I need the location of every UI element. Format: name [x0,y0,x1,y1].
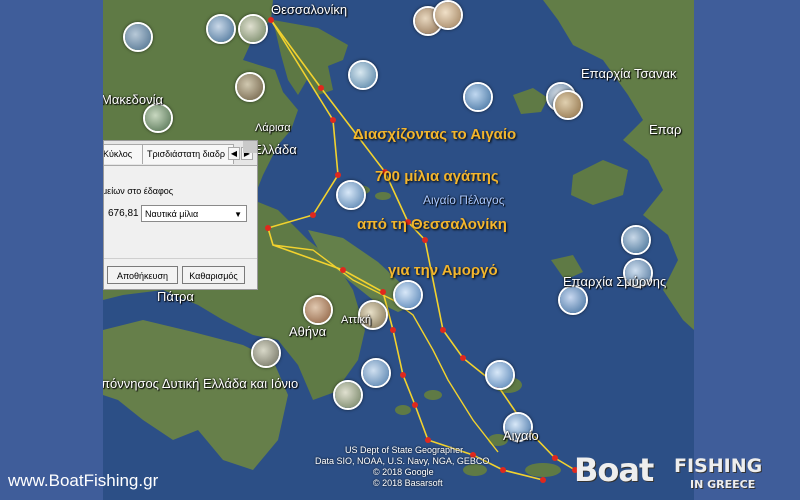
overlay-line-4: για την Αμοργό [388,262,498,279]
tab-scroll-left-icon[interactable]: ◀ [228,147,240,160]
boatfishing-logo: Boat FISHING IN GREECE [574,451,800,500]
label-attiki: Αττική [341,314,372,326]
logo-boat-text: Boat [574,451,654,489]
attribution-line-1: US Dept of State Geographer [345,445,464,455]
dialog-close-button[interactable] [243,141,257,153]
overlay-line-2: 700 μίλια αγάπης [375,168,499,185]
unit-select-value: Ναυτικά μίλια [145,209,199,219]
label-larisa: Λάρισα [255,122,291,134]
photo-marker[interactable] [361,358,391,388]
photo-marker[interactable] [206,14,236,44]
photo-marker[interactable] [433,0,463,30]
save-button[interactable]: Αποθήκευση [107,266,178,284]
attribution-line-3: © 2018 Google [373,467,434,477]
photo-marker[interactable] [558,285,588,315]
label-aigaio-pelagos: Αιγαίο Πέλαγος [423,193,505,207]
photo-marker[interactable] [485,360,515,390]
unit-select[interactable]: Ναυτικά μίλια ▼ [141,205,247,222]
photo-marker[interactable] [348,60,378,90]
photo-marker[interactable] [123,22,153,52]
dialog-divider [104,258,257,259]
website-url: www.BoatFishing.gr [8,471,159,490]
photo-marker[interactable] [553,90,583,120]
logo-fishing-text: FISHING [674,455,763,477]
overlay-line-1: Διασχίζοντας το Αιγαίο [353,126,517,143]
clear-button[interactable]: Καθαρισμός [182,266,245,284]
tab-3d-path[interactable]: Τρισδιάστατη διαδρ [142,144,234,164]
ground-distance-label: μείων στο έδαφος [103,186,174,196]
photo-marker[interactable] [303,295,333,325]
logo-ingreece-text: IN GREECE [690,478,756,491]
photo-marker[interactable] [336,180,366,210]
photo-marker[interactable] [143,103,173,133]
label-peloponnisos: πόννησος Δυτική Ελλάδα και Ιόνιο [103,376,299,391]
label-eparchia-tsanak: Επαρχία Τσανακ [581,66,677,81]
chevron-down-icon: ▼ [234,210,242,219]
photo-marker[interactable] [621,225,651,255]
photo-marker[interactable] [333,380,363,410]
overlay-line-3: από τη Θεσσαλονίκη [357,216,507,233]
dialog-tabs: Κύκλος Τρισδιάστατη διαδρ ◀ ▶ [104,141,257,166]
screenshot-frame: Θεσσαλονίκη Μακεδονία Λάρισα Ελλάδα Πάτρ… [0,0,800,500]
label-patra: Πάτρα [157,289,194,304]
label-athina: Αθήνα [289,324,327,339]
label-ellada: Ελλάδα [253,142,297,157]
label-epar: Επαρ [649,122,682,137]
ruler-dialog: Κύκλος Τρισδιάστατη διαδρ ◀ ▶ μείων στο έ… [103,140,258,290]
attribution-line-4: © 2018 Basarsoft [373,478,443,488]
label-eparchia-smyrnis: Επαρχία Σμύρνης [563,274,667,289]
label-thessaloniki: Θεσσαλονίκη [271,2,348,17]
photo-marker[interactable] [235,72,265,102]
photo-marker[interactable] [393,280,423,310]
photo-marker[interactable] [463,82,493,112]
label-makedonia: Μακεδονία [103,92,164,107]
label-aigaio: Αιγαίο [503,428,539,443]
attribution-line-2: Data SIO, NOAA, U.S. Navy, NGA, GEBCO [315,456,490,466]
photo-marker[interactable] [238,14,268,44]
attribution: US Dept of State Geographer Data SIO, NO… [315,445,489,489]
distance-value: 676,81 [108,208,139,219]
photo-marker[interactable] [251,338,281,368]
